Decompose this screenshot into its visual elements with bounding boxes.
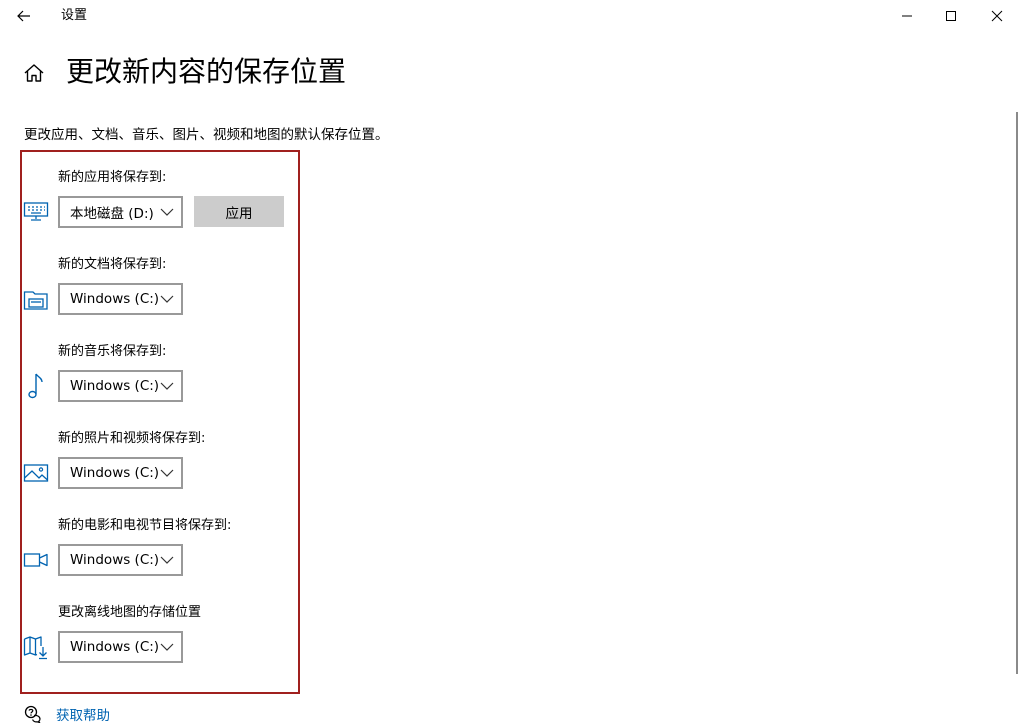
photos-drive-dropdown[interactable]: Windows (C:) — [58, 457, 183, 489]
video-camera-icon — [23, 547, 49, 573]
scrollbar[interactable] — [1016, 112, 1018, 674]
arrow-left-icon — [17, 10, 30, 22]
documents-drive-dropdown[interactable]: Windows (C:) — [58, 283, 183, 315]
section-label-maps: 更改离线地图的存储位置 — [58, 605, 202, 620]
home-icon — [24, 64, 44, 82]
chevron-down-icon — [159, 294, 175, 304]
minimize-icon — [902, 15, 912, 17]
app-title: 设置 — [61, 8, 88, 23]
apps-drive-value: 本地磁盘 (D:) — [70, 206, 154, 222]
document-folder-icon — [23, 286, 49, 312]
chevron-down-icon — [159, 468, 175, 478]
apply-button[interactable]: 应用 — [194, 196, 284, 227]
maps-drive-value: Windows (C:) — [70, 639, 160, 655]
apps-drive-dropdown[interactable]: 本地磁盘 (D:) — [58, 196, 183, 228]
page-description: 更改应用、文档、音乐、图片、视频和地图的默认保存位置。 — [24, 127, 389, 143]
section-label-documents: 新的文档将保存到: — [58, 257, 167, 272]
close-button[interactable] — [974, 0, 1020, 32]
documents-drive-value: Windows (C:) — [70, 291, 160, 307]
maps-drive-dropdown[interactable]: Windows (C:) — [58, 631, 183, 663]
photos-drive-value: Windows (C:) — [70, 465, 160, 481]
get-help-link[interactable]: 获取帮助 — [24, 704, 110, 724]
help-chat-icon — [24, 705, 41, 723]
music-drive-value: Windows (C:) — [70, 378, 160, 394]
settings-window: 设置 更改新内容的保存位置 更改应用、文档、音乐、图片、视频和地图的默认保存位置… — [0, 0, 1020, 724]
page-title: 更改新内容的保存位置 — [66, 55, 347, 88]
music-note-icon — [23, 372, 49, 399]
picture-icon — [23, 460, 49, 486]
close-icon — [991, 10, 1003, 22]
maximize-icon — [946, 11, 956, 21]
movies-drive-value: Windows (C:) — [70, 552, 160, 568]
keyboard-monitor-icon — [23, 198, 49, 224]
section-label-apps: 新的应用将保存到: — [58, 170, 167, 185]
maximize-button[interactable] — [928, 0, 974, 32]
home-button[interactable] — [22, 61, 46, 85]
chevron-down-icon — [159, 555, 175, 565]
chevron-down-icon — [159, 207, 175, 217]
minimize-button[interactable] — [884, 0, 930, 32]
section-label-photos: 新的照片和视频将保存到: — [58, 431, 206, 446]
back-button[interactable] — [12, 4, 36, 28]
section-label-music: 新的音乐将保存到: — [58, 344, 167, 359]
map-download-icon — [23, 634, 49, 660]
movies-drive-dropdown[interactable]: Windows (C:) — [58, 544, 183, 576]
section-label-movies: 新的电影和电视节目将保存到: — [58, 518, 232, 533]
chevron-down-icon — [159, 642, 175, 652]
chevron-down-icon — [159, 381, 175, 391]
get-help-label: 获取帮助 — [56, 708, 110, 724]
music-drive-dropdown[interactable]: Windows (C:) — [58, 370, 183, 402]
